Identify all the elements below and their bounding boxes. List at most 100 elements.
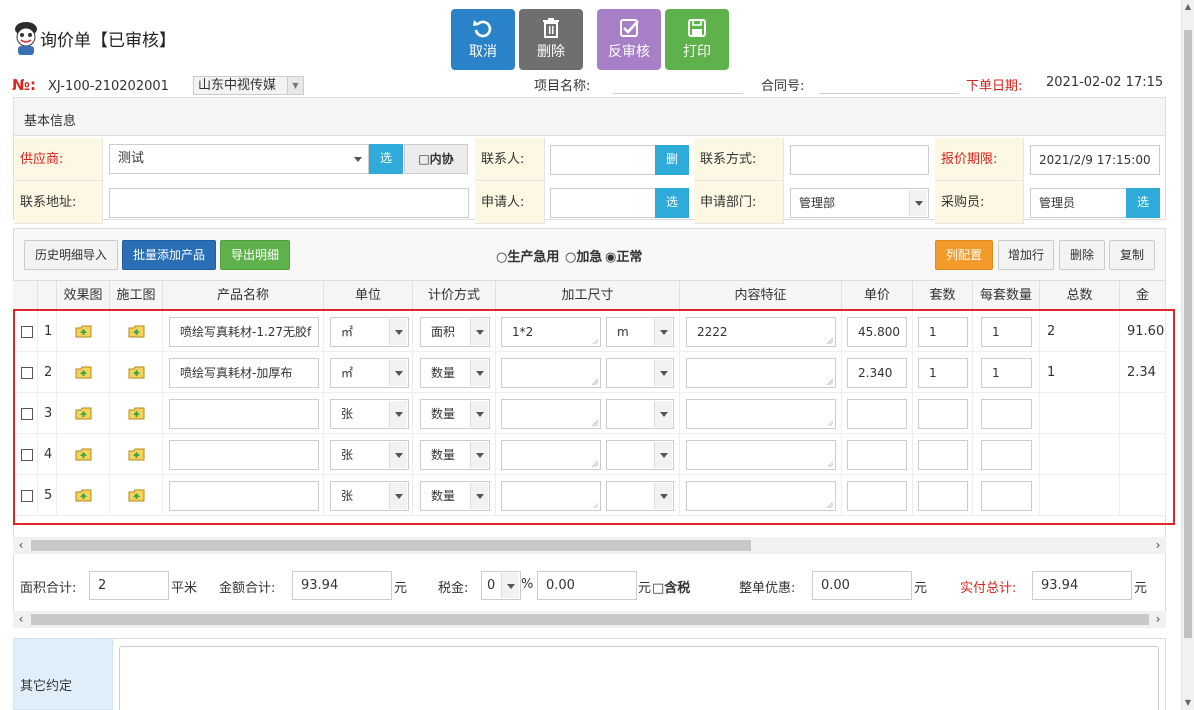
unaudit-label: 反审核 [608, 44, 650, 60]
contract-field[interactable] [819, 76, 959, 94]
col-header: 单位 [324, 281, 413, 310]
scroll-up-icon[interactable]: ▲ [1182, 0, 1194, 14]
grid-scroll-thumb[interactable] [31, 540, 751, 551]
grid-horizontal-scrollbar[interactable]: ‹ › [13, 537, 1166, 554]
company-select[interactable]: 山东中视传媒 ▼ [193, 76, 304, 95]
col-header: 每套数量 [973, 281, 1040, 310]
col-header: 总数 [1040, 281, 1120, 310]
order-date-label: 下单日期: [966, 79, 1023, 94]
supplier-value: 测试 [118, 151, 145, 166]
highlight-box [13, 309, 1175, 525]
cancel-label: 取消 [469, 44, 497, 60]
totals-horizontal-scrollbar[interactable]: ‹ › [13, 611, 1166, 628]
column-config-button[interactable]: 列配置 [935, 240, 993, 270]
address-label: 联系地址: [14, 181, 103, 224]
col-header: 套数 [913, 281, 973, 310]
tax-rate-value: 0 [487, 578, 496, 593]
history-import-button[interactable]: 历史明细导入 [24, 240, 118, 270]
app-logo-icon [15, 22, 37, 55]
contact-method-field[interactable] [790, 145, 929, 175]
col-header: 金 [1120, 281, 1166, 310]
internal-checkbox[interactable]: □内协 [404, 144, 468, 174]
area-total-field[interactable]: 2 [89, 571, 169, 600]
copy-row-button[interactable]: 复制 [1109, 240, 1155, 270]
col-header: 效果图 [57, 281, 110, 310]
amount-total-label: 金额合计: [219, 581, 276, 596]
other-terms-textarea[interactable] [119, 646, 1159, 710]
tax-label: 税金: [438, 581, 469, 596]
quote-deadline-field[interactable]: 2021/2/9 17:15:00 [1030, 145, 1160, 175]
applicant-field[interactable] [550, 188, 656, 218]
area-total-label: 面积合计: [20, 581, 77, 596]
scroll-right-icon[interactable]: › [1152, 611, 1164, 628]
urgency-normal-radio[interactable]: ◉正常 [605, 246, 642, 265]
amount-total-field[interactable]: 93.94 [292, 571, 392, 600]
urgency-production-radio[interactable]: ○生产急用 [496, 246, 559, 265]
col-header: 单价 [842, 281, 913, 310]
discount-field[interactable]: 0.00 [812, 571, 912, 600]
page-vertical-scrollbar[interactable]: ▲ ▼ [1181, 0, 1194, 710]
scroll-down-icon[interactable]: ▼ [1182, 696, 1194, 710]
scroll-right-icon[interactable]: › [1152, 537, 1164, 554]
delete-label: 删除 [537, 44, 565, 60]
applicant-label: 申请人: [475, 181, 545, 224]
urgency-rush-radio[interactable]: ○加急 [565, 246, 602, 265]
col-header: 加工尺寸 [496, 281, 680, 310]
col-header: 产品名称 [163, 281, 324, 310]
amount-unit: 元 [394, 581, 408, 596]
other-terms-label: 其它约定 [13, 638, 113, 710]
chevron-down-icon [501, 573, 519, 598]
page-title: 询价单【已审核】 [40, 31, 176, 51]
dept-label: 申请部门: [694, 181, 784, 224]
checkbox-icon [620, 19, 639, 37]
export-button[interactable]: 导出明细 [220, 240, 290, 270]
scroll-left-icon[interactable]: ‹ [15, 537, 27, 554]
applicant-select-button[interactable]: 选 [655, 188, 689, 218]
add-row-button[interactable]: 增加行 [998, 240, 1054, 270]
contact-field[interactable] [550, 145, 656, 175]
buyer-label: 采购员: [935, 181, 1024, 224]
company-value: 山东中视传媒 [198, 78, 277, 93]
project-label: 项目名称: [534, 79, 591, 94]
delete-row-button[interactable]: 删除 [1059, 240, 1105, 270]
tax-rate-select[interactable]: 0 [481, 571, 521, 600]
col-header: 施工图 [110, 281, 163, 310]
actual-total-label: 实付总计: [960, 581, 1017, 596]
unaudit-button[interactable]: 反审核 [597, 9, 661, 70]
dept-select[interactable]: 管理部 [790, 188, 929, 218]
contact-label: 联系人: [475, 138, 545, 181]
scroll-left-icon[interactable]: ‹ [15, 611, 27, 628]
delete-button[interactable]: 删除 [519, 9, 583, 70]
project-field[interactable] [613, 76, 743, 94]
dept-value: 管理部 [799, 196, 836, 210]
tax-included-checkbox[interactable]: □含税 [652, 577, 690, 596]
buyer-select-button[interactable]: 选 [1126, 188, 1160, 218]
discount-unit: 元 [914, 581, 928, 596]
number-value: XJ-100-210202001 [48, 79, 169, 94]
supplier-label: 供应商: [14, 138, 103, 181]
page-scroll-thumb[interactable] [1184, 30, 1192, 638]
col-header-blank [38, 281, 57, 310]
supplier-select[interactable]: 测试 [109, 144, 369, 174]
address-field[interactable] [109, 188, 469, 218]
batch-add-button[interactable]: 批量添加产品 [122, 240, 216, 270]
tax-value-field[interactable]: 0.00 [537, 571, 637, 600]
buyer-field[interactable]: 管理员 [1030, 188, 1127, 218]
chevron-down-icon: ▼ [287, 77, 303, 94]
col-header: 计价方式 [413, 281, 496, 310]
totals-scroll-thumb[interactable] [31, 614, 1149, 625]
quote-deadline-label: 报价期限: [935, 138, 1024, 181]
basic-info-title: 基本信息 [14, 98, 1165, 136]
contact-delete-button[interactable]: 删 [655, 145, 689, 175]
print-button[interactable]: 打印 [665, 9, 729, 70]
contract-label: 合同号: [761, 79, 805, 94]
trash-icon [543, 18, 559, 38]
cancel-button[interactable]: 取消 [451, 9, 515, 70]
undo-icon [473, 20, 492, 38]
col-header: 内容特征 [680, 281, 842, 310]
order-date-value[interactable]: 2021-02-02 17:15 [1046, 75, 1163, 90]
actual-total-field[interactable]: 93.94 [1032, 571, 1132, 600]
percent-sign: % [521, 577, 534, 592]
tax-unit: 元 [638, 581, 652, 596]
supplier-select-button[interactable]: 选 [369, 144, 403, 174]
